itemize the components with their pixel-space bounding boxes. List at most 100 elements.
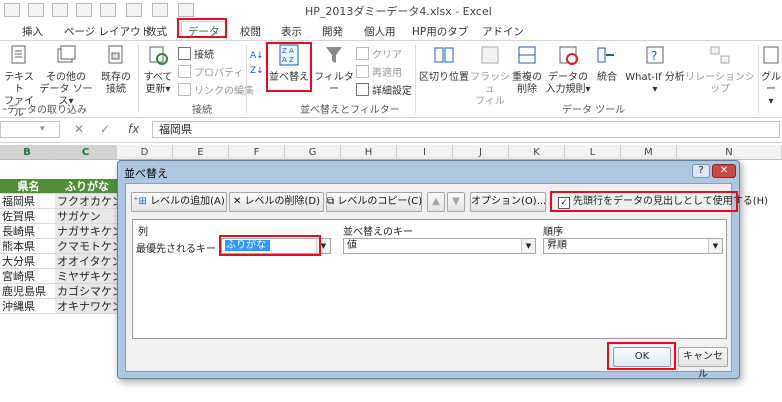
table-cell[interactable]: ミヤザキケン xyxy=(55,269,117,284)
column-header-e[interactable]: E xyxy=(173,145,229,160)
tab-insert[interactable]: 挿入 xyxy=(22,24,43,39)
group-label-connections: 接続 xyxy=(192,105,212,116)
flash-fill-button[interactable]: フラッシュ フィル xyxy=(470,44,510,108)
table-cell[interactable]: フクオカケン xyxy=(55,194,117,209)
name-box-dropdown-icon[interactable]: ▾ xyxy=(40,124,45,134)
edit-links-item[interactable]: リンクの編集 xyxy=(178,82,254,97)
table-cell[interactable]: オオイタケン xyxy=(55,254,117,269)
tab-personal[interactable]: 個人用 xyxy=(364,24,396,39)
sort-az-button[interactable]: A↓ Z↓ xyxy=(249,46,265,84)
table-cell[interactable]: カゴシマケン xyxy=(55,284,117,299)
save-icon[interactable] xyxy=(100,3,116,17)
tab-addins[interactable]: アドイン xyxy=(482,24,524,39)
close-icon: ✕ xyxy=(719,165,729,176)
column-header-f[interactable]: F xyxy=(229,145,285,160)
insert-function-icon[interactable]: fx xyxy=(128,122,139,136)
tab-view[interactable]: 表示 xyxy=(281,24,302,39)
column-header-j[interactable]: J xyxy=(453,145,509,160)
text-to-columns-button[interactable]: 区切り位置 xyxy=(418,44,470,84)
tab-developer[interactable]: 開発 xyxy=(322,24,343,39)
column-header-n[interactable]: N xyxy=(677,145,782,160)
table-cell[interactable]: 長崎県 xyxy=(0,224,55,239)
table-cell[interactable]: サガケン xyxy=(55,209,117,224)
calendar-icon[interactable] xyxy=(126,3,142,17)
copy-level-button[interactable]: ⧉ レベルのコピー(C) xyxy=(326,192,422,212)
clear-filter-icon xyxy=(356,47,369,60)
title-bar: HP_2013ダミーデータ4.xlsx - Excel xyxy=(0,0,782,22)
refresh-all-button[interactable]: すべて 更新▾ xyxy=(140,44,176,96)
name-box[interactable] xyxy=(0,121,60,138)
sort-on-select[interactable]: 値 ▼ xyxy=(343,238,536,254)
table-cell[interactable]: ナガサキケン xyxy=(55,224,117,239)
close-button[interactable]: ✕ xyxy=(712,164,736,178)
options-button[interactable]: オプション(O)... xyxy=(470,192,546,212)
remove-duplicates-button[interactable]: 重複の 削除 xyxy=(510,44,544,96)
connections-item[interactable]: 接続 xyxy=(178,46,214,61)
formula-bar: ▾ ✕ ✓ fx 福岡県 xyxy=(0,118,782,143)
group-separator xyxy=(758,45,759,113)
formula-input[interactable]: 福岡県 xyxy=(152,121,780,138)
data-validation-button[interactable]: データの 入力規則▾ xyxy=(544,44,592,96)
print-icon[interactable] xyxy=(152,3,168,17)
table-cell[interactable]: 宮崎県 xyxy=(0,269,55,284)
properties-item[interactable]: プロパティ xyxy=(178,64,243,79)
grid-icon[interactable] xyxy=(4,3,20,17)
column-header-h[interactable]: H xyxy=(341,145,397,160)
existing-connections-icon xyxy=(108,45,123,64)
cell-header-furigana[interactable]: ふりがな xyxy=(55,179,117,194)
cell-header-prefecture[interactable]: 県名 xyxy=(0,179,55,194)
help-button[interactable]: ? xyxy=(692,164,710,178)
column-header-b[interactable]: B xyxy=(0,145,55,160)
table-cell[interactable]: オキナワケン xyxy=(55,299,117,314)
tab-review[interactable]: 校閲 xyxy=(240,24,261,39)
column-header-d[interactable]: D xyxy=(117,145,173,160)
advanced-item[interactable]: 詳細設定 xyxy=(356,82,412,97)
undo-icon[interactable] xyxy=(178,3,194,17)
consolidate-button[interactable]: 統合 xyxy=(592,44,622,84)
column-header-m[interactable]: M xyxy=(621,145,677,160)
remove-duplicates-icon xyxy=(518,46,536,64)
what-if-button[interactable]: ? What-If 分析 ▾ xyxy=(624,44,686,96)
column-header-k[interactable]: K xyxy=(509,145,565,160)
tab-page-layout[interactable]: ページ レイアウト xyxy=(64,24,151,39)
move-down-button[interactable]: ▼ xyxy=(447,192,465,212)
existing-connections-button[interactable]: 既存の 接続 xyxy=(98,44,134,96)
column-header-c[interactable]: C xyxy=(55,145,117,160)
enter-entry-icon[interactable]: ✓ xyxy=(100,122,110,136)
cancel-entry-icon[interactable]: ✕ xyxy=(74,122,84,136)
properties-icon xyxy=(178,65,191,78)
table-cell[interactable]: 鹿児島県 xyxy=(0,284,55,299)
add-level-button[interactable]: ⁺⊞ レベルの追加(A) xyxy=(131,192,227,212)
new-file-icon[interactable] xyxy=(52,3,68,17)
dialog-title: 並べ替え xyxy=(124,167,168,180)
refresh-icon xyxy=(149,46,168,65)
column-header-g[interactable]: G xyxy=(285,145,341,160)
dialog-body: ⁺⊞ レベルの追加(A) ✕ レベルの削除(D) ⧉ レベルのコピー(C) ▲ … xyxy=(125,183,768,380)
table-cell[interactable]: 福岡県 xyxy=(0,194,55,209)
column-header-i[interactable]: I xyxy=(397,145,453,160)
cancel-button[interactable]: キャンセル xyxy=(678,347,728,380)
chevron-down-icon: ▼ xyxy=(708,239,722,253)
table-cell[interactable]: 熊本県 xyxy=(0,239,55,254)
column-header-l[interactable]: L xyxy=(565,145,621,160)
relationships-button[interactable]: リレーションシップ xyxy=(684,44,756,96)
table-cell[interactable]: クマモトケン xyxy=(55,239,117,254)
reapply-item[interactable]: 再適用 xyxy=(356,64,402,79)
table-cell[interactable]: 大分県 xyxy=(0,254,55,269)
clear-item[interactable]: クリア xyxy=(356,46,402,61)
filter-button[interactable]: フィルター xyxy=(312,44,356,96)
delete-level-icon: ✕ xyxy=(232,196,245,207)
open-folder-icon[interactable] xyxy=(28,3,44,17)
other-sources-button[interactable]: その他の データ ソース▾ xyxy=(38,44,94,108)
tab-hp[interactable]: HP用のタブ xyxy=(412,24,468,39)
delete-level-button[interactable]: ✕ レベルの削除(D) xyxy=(229,192,324,212)
table-cell[interactable]: 沖縄県 xyxy=(0,299,55,314)
move-up-button[interactable]: ▲ xyxy=(427,192,445,212)
table-cell[interactable]: 佐賀県 xyxy=(0,209,55,224)
consolidate-icon xyxy=(597,47,614,63)
group-button[interactable]: グルー ▾ xyxy=(760,44,782,108)
order-select[interactable]: 昇順 ▼ xyxy=(543,238,723,254)
folder-icon[interactable] xyxy=(76,3,92,17)
tab-formulas[interactable]: 数式 xyxy=(146,24,167,39)
arrow-up-icon: ▲ xyxy=(432,196,440,207)
